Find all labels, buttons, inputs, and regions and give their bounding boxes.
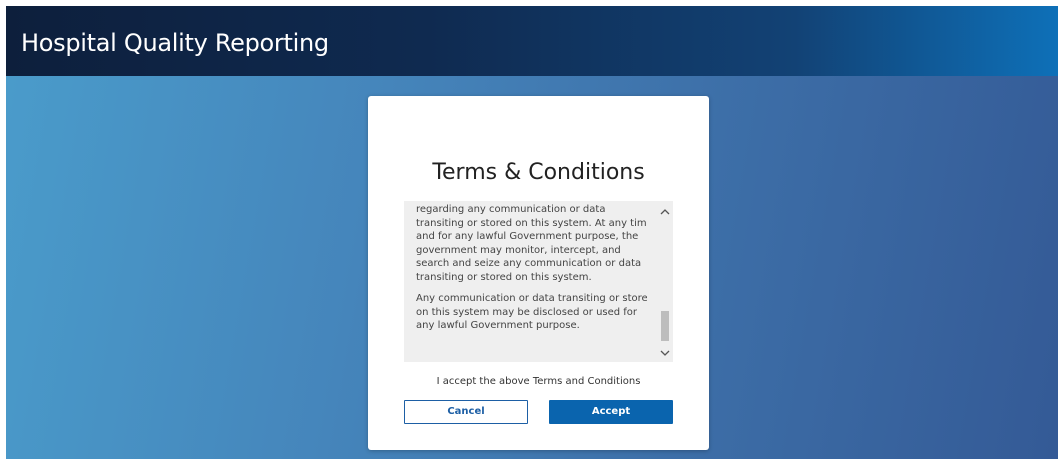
dialog-title: Terms & Conditions	[432, 160, 645, 185]
cancel-button[interactable]: Cancel	[404, 400, 528, 424]
chevron-down-icon[interactable]	[657, 348, 673, 362]
terms-dialog: Terms & Conditions regarding any communi…	[368, 96, 709, 450]
chevron-up-icon[interactable]	[657, 207, 673, 221]
terms-scrollbar[interactable]	[657, 201, 673, 362]
accept-terms-label: I accept the above Terms and Conditions	[436, 376, 641, 387]
terms-scroll-area[interactable]: regarding any communication or data tran…	[404, 201, 673, 362]
terms-text-viewport: regarding any communication or data tran…	[404, 201, 647, 362]
terms-paragraph: Any communication or data transiting or …	[416, 293, 647, 331]
accept-button[interactable]: Accept	[549, 400, 673, 424]
terms-content: regarding any communication or data tran…	[416, 203, 647, 341]
app-header: Hospital Quality Reporting	[6, 6, 1058, 76]
app-title: Hospital Quality Reporting	[21, 29, 329, 57]
terms-paragraph: regarding any communication or data tran…	[416, 204, 647, 283]
scrollbar-thumb[interactable]	[661, 311, 669, 341]
app-frame: Hospital Quality Reporting Terms & Condi…	[6, 6, 1058, 459]
